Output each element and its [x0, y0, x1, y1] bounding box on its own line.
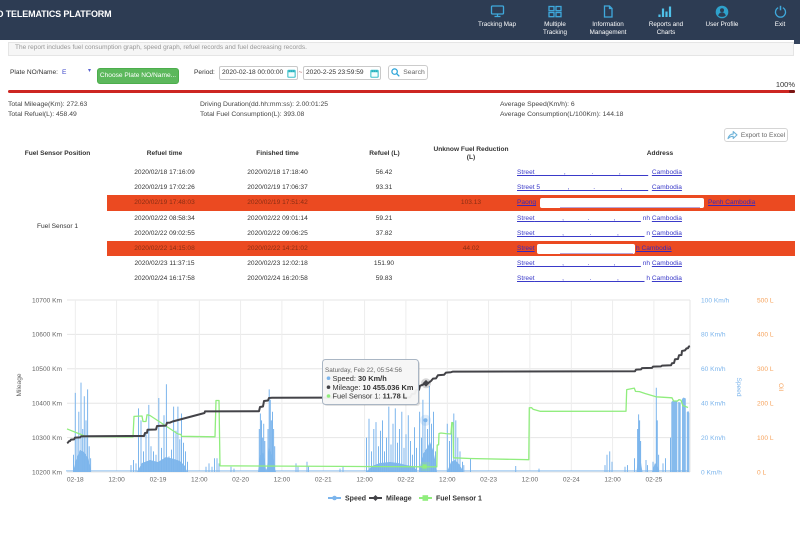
- svg-text:12:00: 12:00: [522, 477, 539, 484]
- svg-text:100 Km/h: 100 Km/h: [701, 297, 730, 304]
- svg-text:80 Km/h: 80 Km/h: [701, 332, 726, 339]
- svg-text:02-23: 02-23: [480, 477, 497, 484]
- svg-text:Speed: 30 Km/h: Speed: 30 Km/h: [333, 374, 388, 383]
- svg-text:10400 Km: 10400 Km: [32, 401, 63, 408]
- svg-text:10200 Km: 10200 Km: [32, 469, 63, 476]
- svg-text:40 Km/h: 40 Km/h: [701, 401, 726, 408]
- svg-text:500 L: 500 L: [757, 297, 774, 304]
- svg-text:Fuel Sensor 1: Fuel Sensor 1: [436, 496, 482, 503]
- svg-text:10600 Km: 10600 Km: [32, 332, 63, 339]
- svg-text:200 L: 200 L: [757, 401, 774, 408]
- svg-text:12:00: 12:00: [356, 477, 373, 484]
- svg-text:12:00: 12:00: [191, 477, 208, 484]
- svg-text:Fuel Sensor 1: 11.78 L: Fuel Sensor 1: 11.78 L: [333, 392, 408, 401]
- svg-text:Mileage: Mileage: [16, 373, 23, 396]
- svg-text:02-22: 02-22: [397, 477, 414, 484]
- svg-text:Oil: Oil: [777, 383, 784, 392]
- svg-text:0 Km/h: 0 Km/h: [701, 469, 722, 476]
- svg-text:60 Km/h: 60 Km/h: [701, 366, 726, 373]
- svg-text:20 Km/h: 20 Km/h: [701, 435, 726, 442]
- svg-text:02-18: 02-18: [67, 477, 84, 484]
- svg-text:Mileage: Mileage: [386, 496, 412, 503]
- svg-text:10500 Km: 10500 Km: [32, 366, 63, 373]
- svg-text:02-24: 02-24: [563, 477, 580, 484]
- svg-text:12:00: 12:00: [274, 477, 291, 484]
- svg-text:12:00: 12:00: [439, 477, 456, 484]
- svg-text:400 L: 400 L: [757, 332, 774, 339]
- svg-text:Mileage: 10 455.036 Km: Mileage: 10 455.036 Km: [333, 383, 414, 392]
- svg-text:02-21: 02-21: [315, 477, 332, 484]
- svg-text:Speed: Speed: [345, 496, 366, 503]
- svg-text:0 L: 0 L: [757, 469, 766, 476]
- svg-text:12:00: 12:00: [604, 477, 621, 484]
- svg-text:100 L: 100 L: [757, 435, 774, 442]
- svg-text:300 L: 300 L: [757, 366, 774, 373]
- svg-text:10300 Km: 10300 Km: [32, 435, 63, 442]
- svg-text:02-20: 02-20: [232, 477, 249, 484]
- svg-text:02-25: 02-25: [645, 477, 662, 484]
- svg-text:Speed: Speed: [735, 377, 742, 396]
- svg-text:10700 Km: 10700 Km: [32, 297, 63, 304]
- svg-text:02-19: 02-19: [150, 477, 167, 484]
- svg-text:12:00: 12:00: [108, 477, 125, 484]
